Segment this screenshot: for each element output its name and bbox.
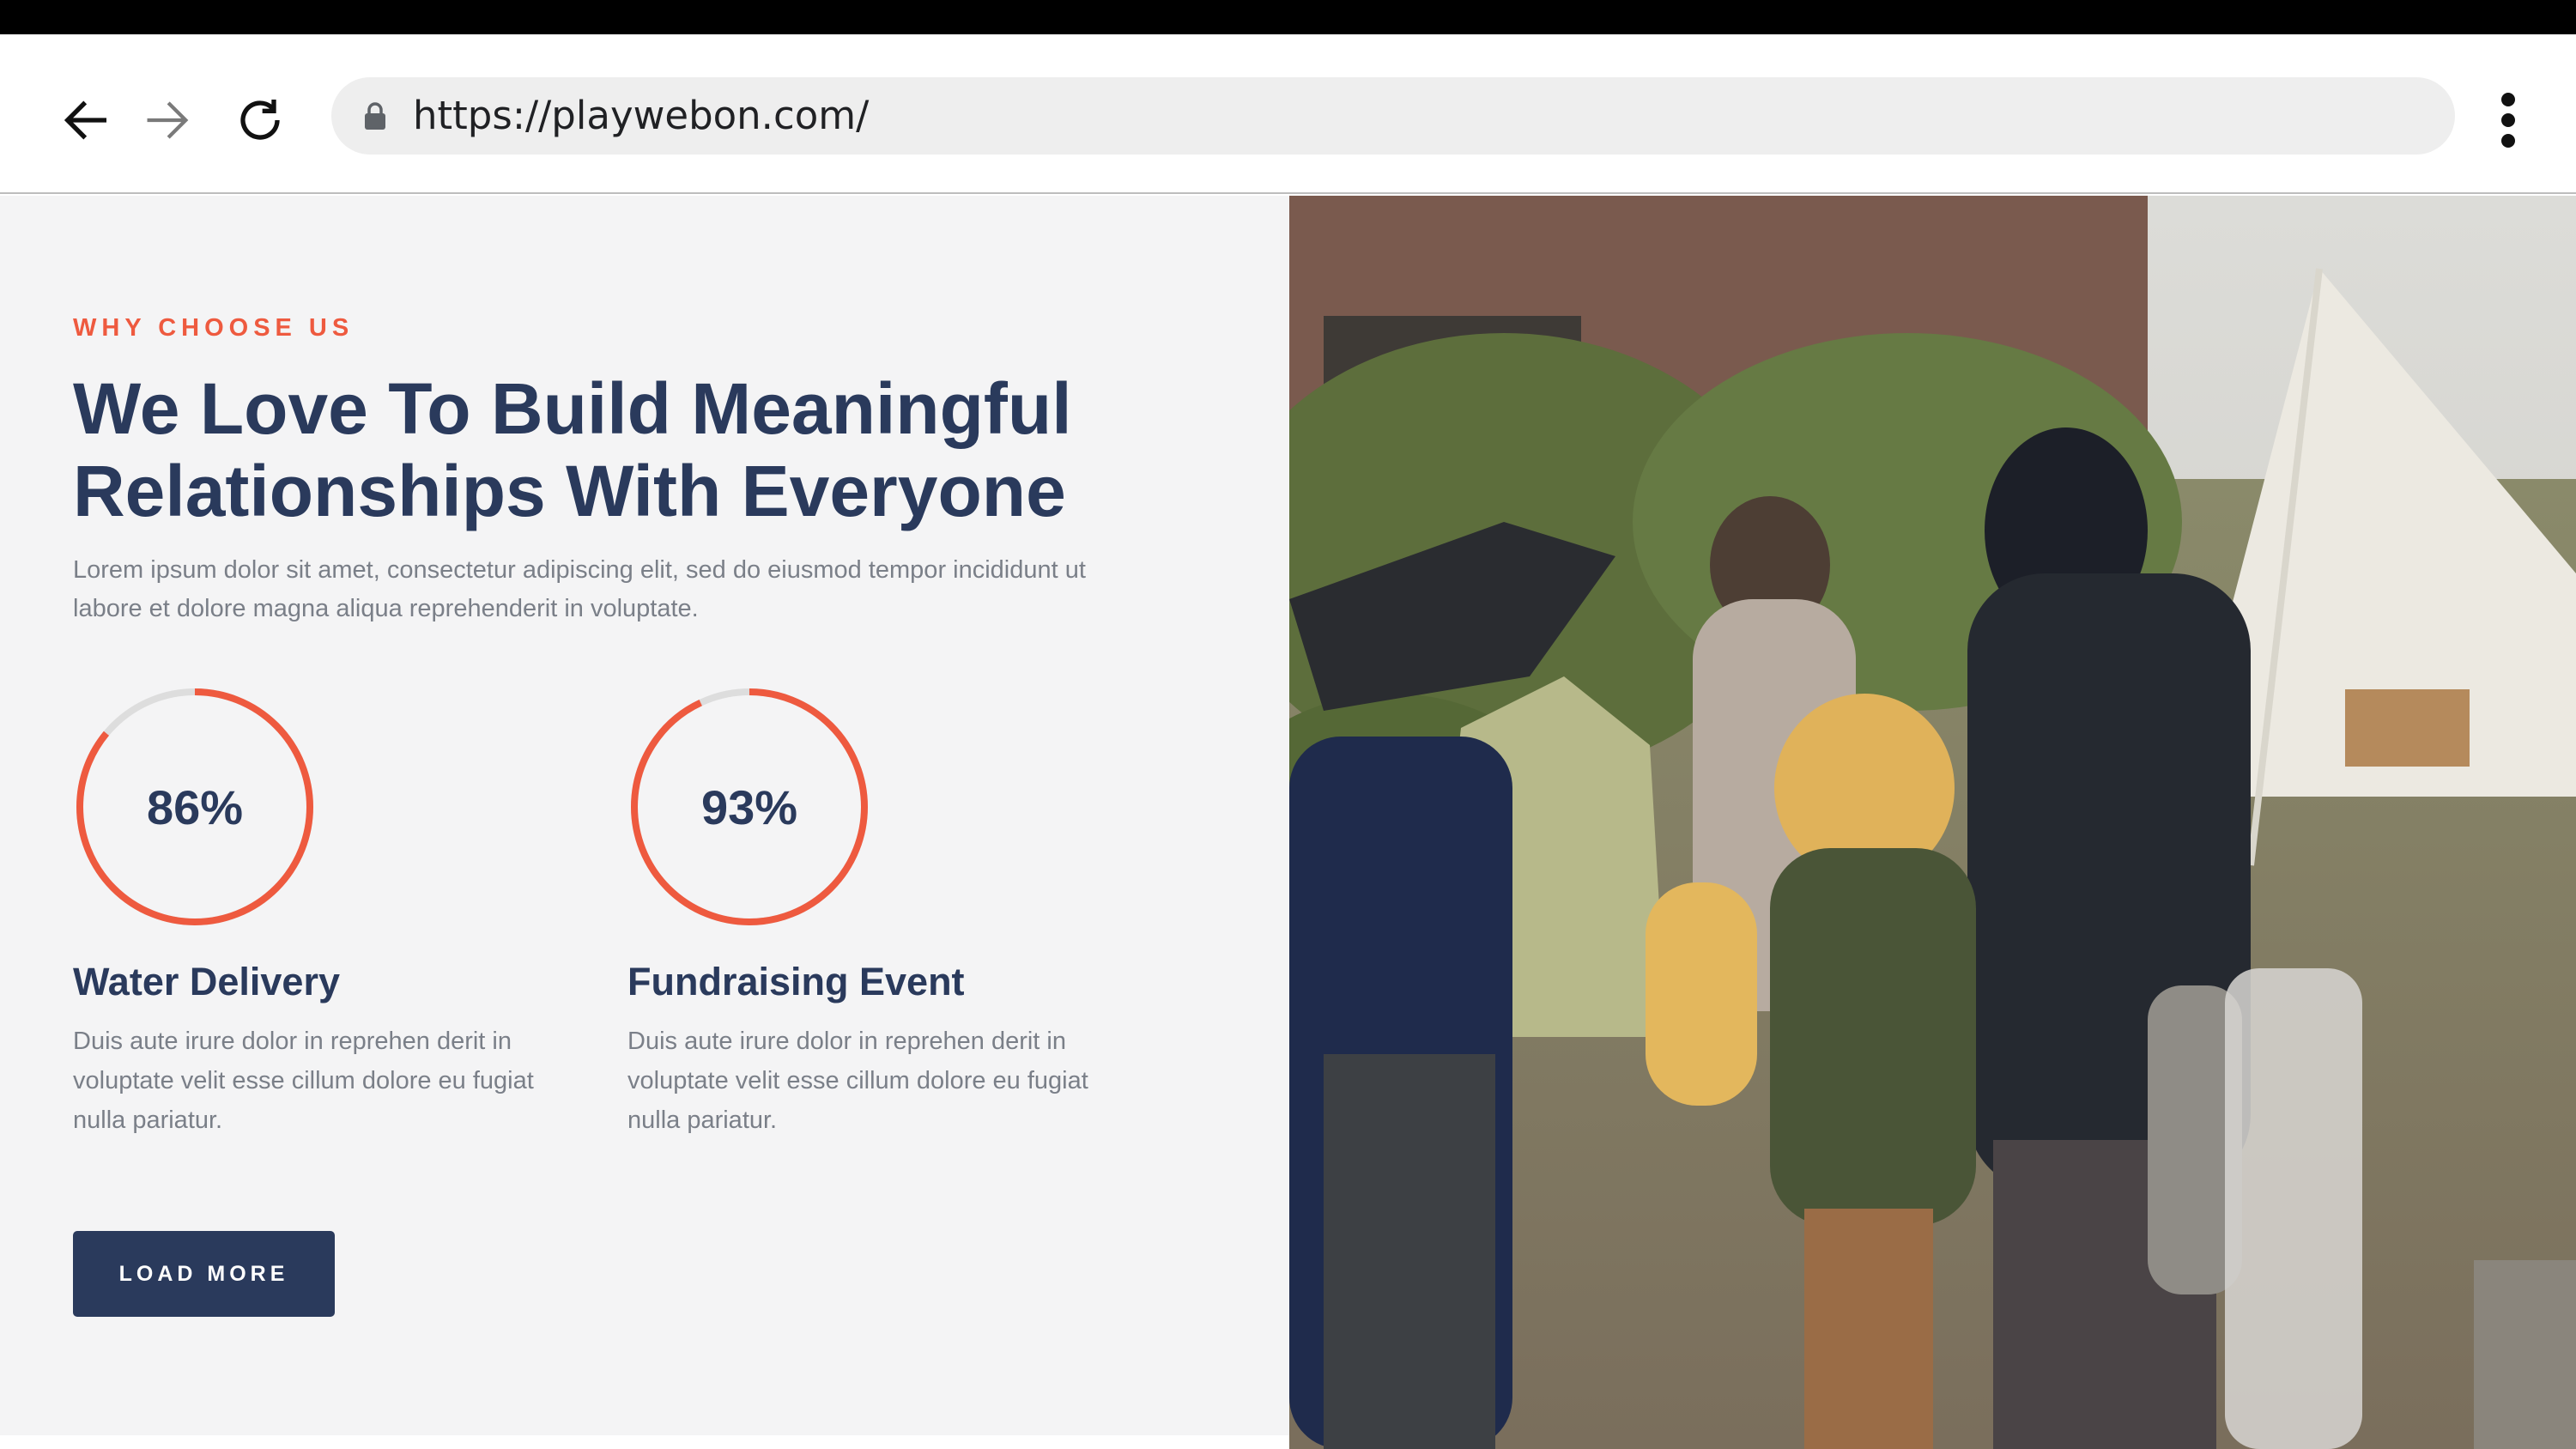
stat-description: Duis aute irure dolor in reprehen derit … [73, 1028, 534, 1134]
browser-menu-button[interactable] [2488, 86, 2531, 155]
why-choose-us-section: WHY CHOOSE US We Love To Build Meaningfu… [0, 196, 1289, 1435]
section-eyebrow: WHY CHOOSE US [73, 314, 355, 342]
progress-ring: 93% [627, 685, 871, 929]
browser-toolbar: https://playwebon.com/ [0, 34, 2576, 194]
heading-line-2: Relationships With Everyone [73, 451, 1066, 531]
stat-water-delivery: 86% Water Delivery Duis aute irure dolor… [73, 685, 588, 1134]
stat-description: Duis aute irure dolor in reprehen derit … [627, 1028, 1088, 1134]
status-bar [0, 0, 2576, 34]
address-bar[interactable]: https://playwebon.com/ [331, 77, 2455, 155]
progress-ring: 86% [73, 685, 317, 929]
section-description: Lorem ipsum dolor sit amet, consectetur … [73, 556, 1086, 622]
back-button[interactable] [47, 82, 124, 159]
arrow-right-icon [147, 101, 189, 139]
stat-title: Fundraising Event [627, 960, 965, 1003]
stat-title: Water Delivery [73, 960, 340, 1003]
section-heading: We Love To Build Meaningful Relationship… [73, 367, 1232, 532]
reload-button[interactable] [221, 82, 299, 159]
hero-photo [1289, 196, 2576, 1449]
url-text: https://playwebon.com/ [413, 93, 870, 138]
stat-value: 93% [700, 779, 798, 834]
stat-value: 86% [146, 779, 244, 834]
heading-line-1: We Love To Build Meaningful [73, 368, 1072, 449]
reload-icon [240, 100, 280, 140]
arrow-left-icon [64, 100, 106, 140]
lock-icon [365, 102, 385, 130]
forward-button[interactable] [129, 82, 206, 159]
more-vertical-icon [2501, 93, 2515, 106]
load-more-button[interactable]: LOAD MORE [73, 1231, 335, 1317]
section-bottom-edge [0, 1435, 1289, 1449]
page-content: WHY CHOOSE US We Love To Build Meaningfu… [0, 196, 2576, 1449]
stat-fundraising-event: 93% Fundraising Event Duis aute irure do… [627, 685, 1143, 1134]
